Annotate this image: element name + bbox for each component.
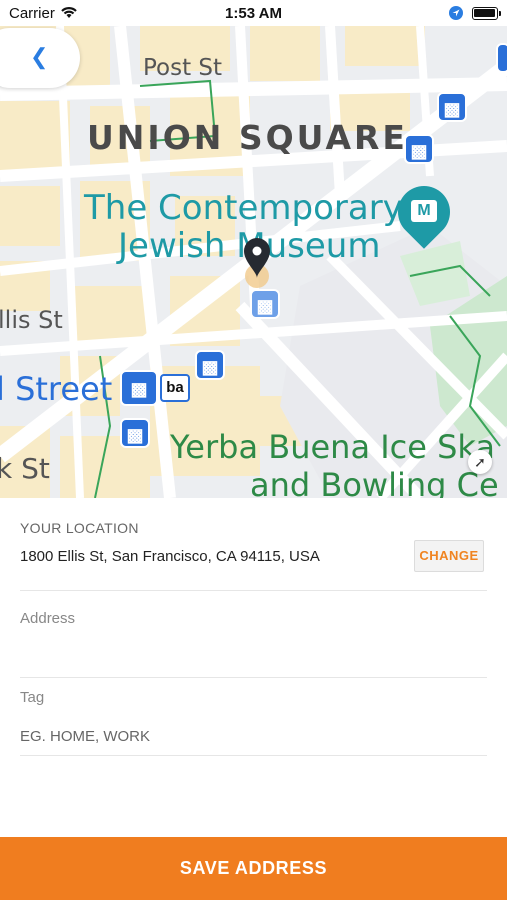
tram-stop-icon[interactable]: ▩ (195, 350, 225, 380)
bart-station-icon[interactable]: ba (160, 374, 190, 402)
tram-stop-icon[interactable] (496, 43, 507, 73)
compass-icon[interactable]: ➚ (468, 450, 492, 474)
your-location-heading: YOUR LOCATION (20, 520, 139, 536)
tram-stop-icon[interactable]: ▩ (404, 134, 434, 164)
map-label-ellis-st: llis St (0, 306, 63, 334)
museum-icon: M (411, 200, 437, 222)
divider (20, 677, 487, 678)
location-pin-icon (244, 238, 270, 278)
status-bar: Carrier 1:53 AM (0, 0, 507, 26)
chevron-left-icon: ❮ (30, 44, 49, 69)
map-label-k-st: k St (0, 452, 50, 485)
address-label: Address (20, 610, 76, 627)
map-label-union-square: UNION SQUARE (87, 118, 408, 157)
location-arrow-icon (449, 6, 463, 24)
back-button[interactable]: ❮ (0, 28, 80, 88)
tag-label: Tag (20, 689, 45, 706)
clock: 1:53 AM (225, 5, 282, 22)
map-label-market-street: l Street (0, 370, 113, 408)
change-location-button[interactable]: CHANGE (414, 540, 484, 572)
battery-icon (472, 7, 501, 20)
map-view[interactable]: ❮ Post St UNION SQUARE The Contemporary … (0, 26, 507, 498)
tram-stop-icon[interactable]: ▩ (437, 92, 467, 122)
address-input[interactable] (20, 640, 487, 664)
bus-stop-icon[interactable]: ▩ (120, 370, 158, 406)
current-address: 1800 Ellis St, San Francisco, CA 94115, … (20, 548, 320, 565)
tag-input[interactable] (20, 726, 487, 746)
tram-stop-icon[interactable]: ▩ (250, 289, 280, 319)
map-label-post-st: Post St (143, 55, 223, 81)
divider (20, 590, 487, 591)
map-label-yerba-1: Yerba Buena Ice Ska (170, 428, 495, 466)
map-label-yerba-2: and Bowling Ce (250, 466, 499, 498)
divider (20, 755, 487, 756)
map-label-museum-1: The Contemporary (84, 188, 403, 228)
tram-stop-icon[interactable]: ▩ (120, 418, 150, 448)
save-address-button[interactable]: SAVE ADDRESS (0, 837, 507, 900)
